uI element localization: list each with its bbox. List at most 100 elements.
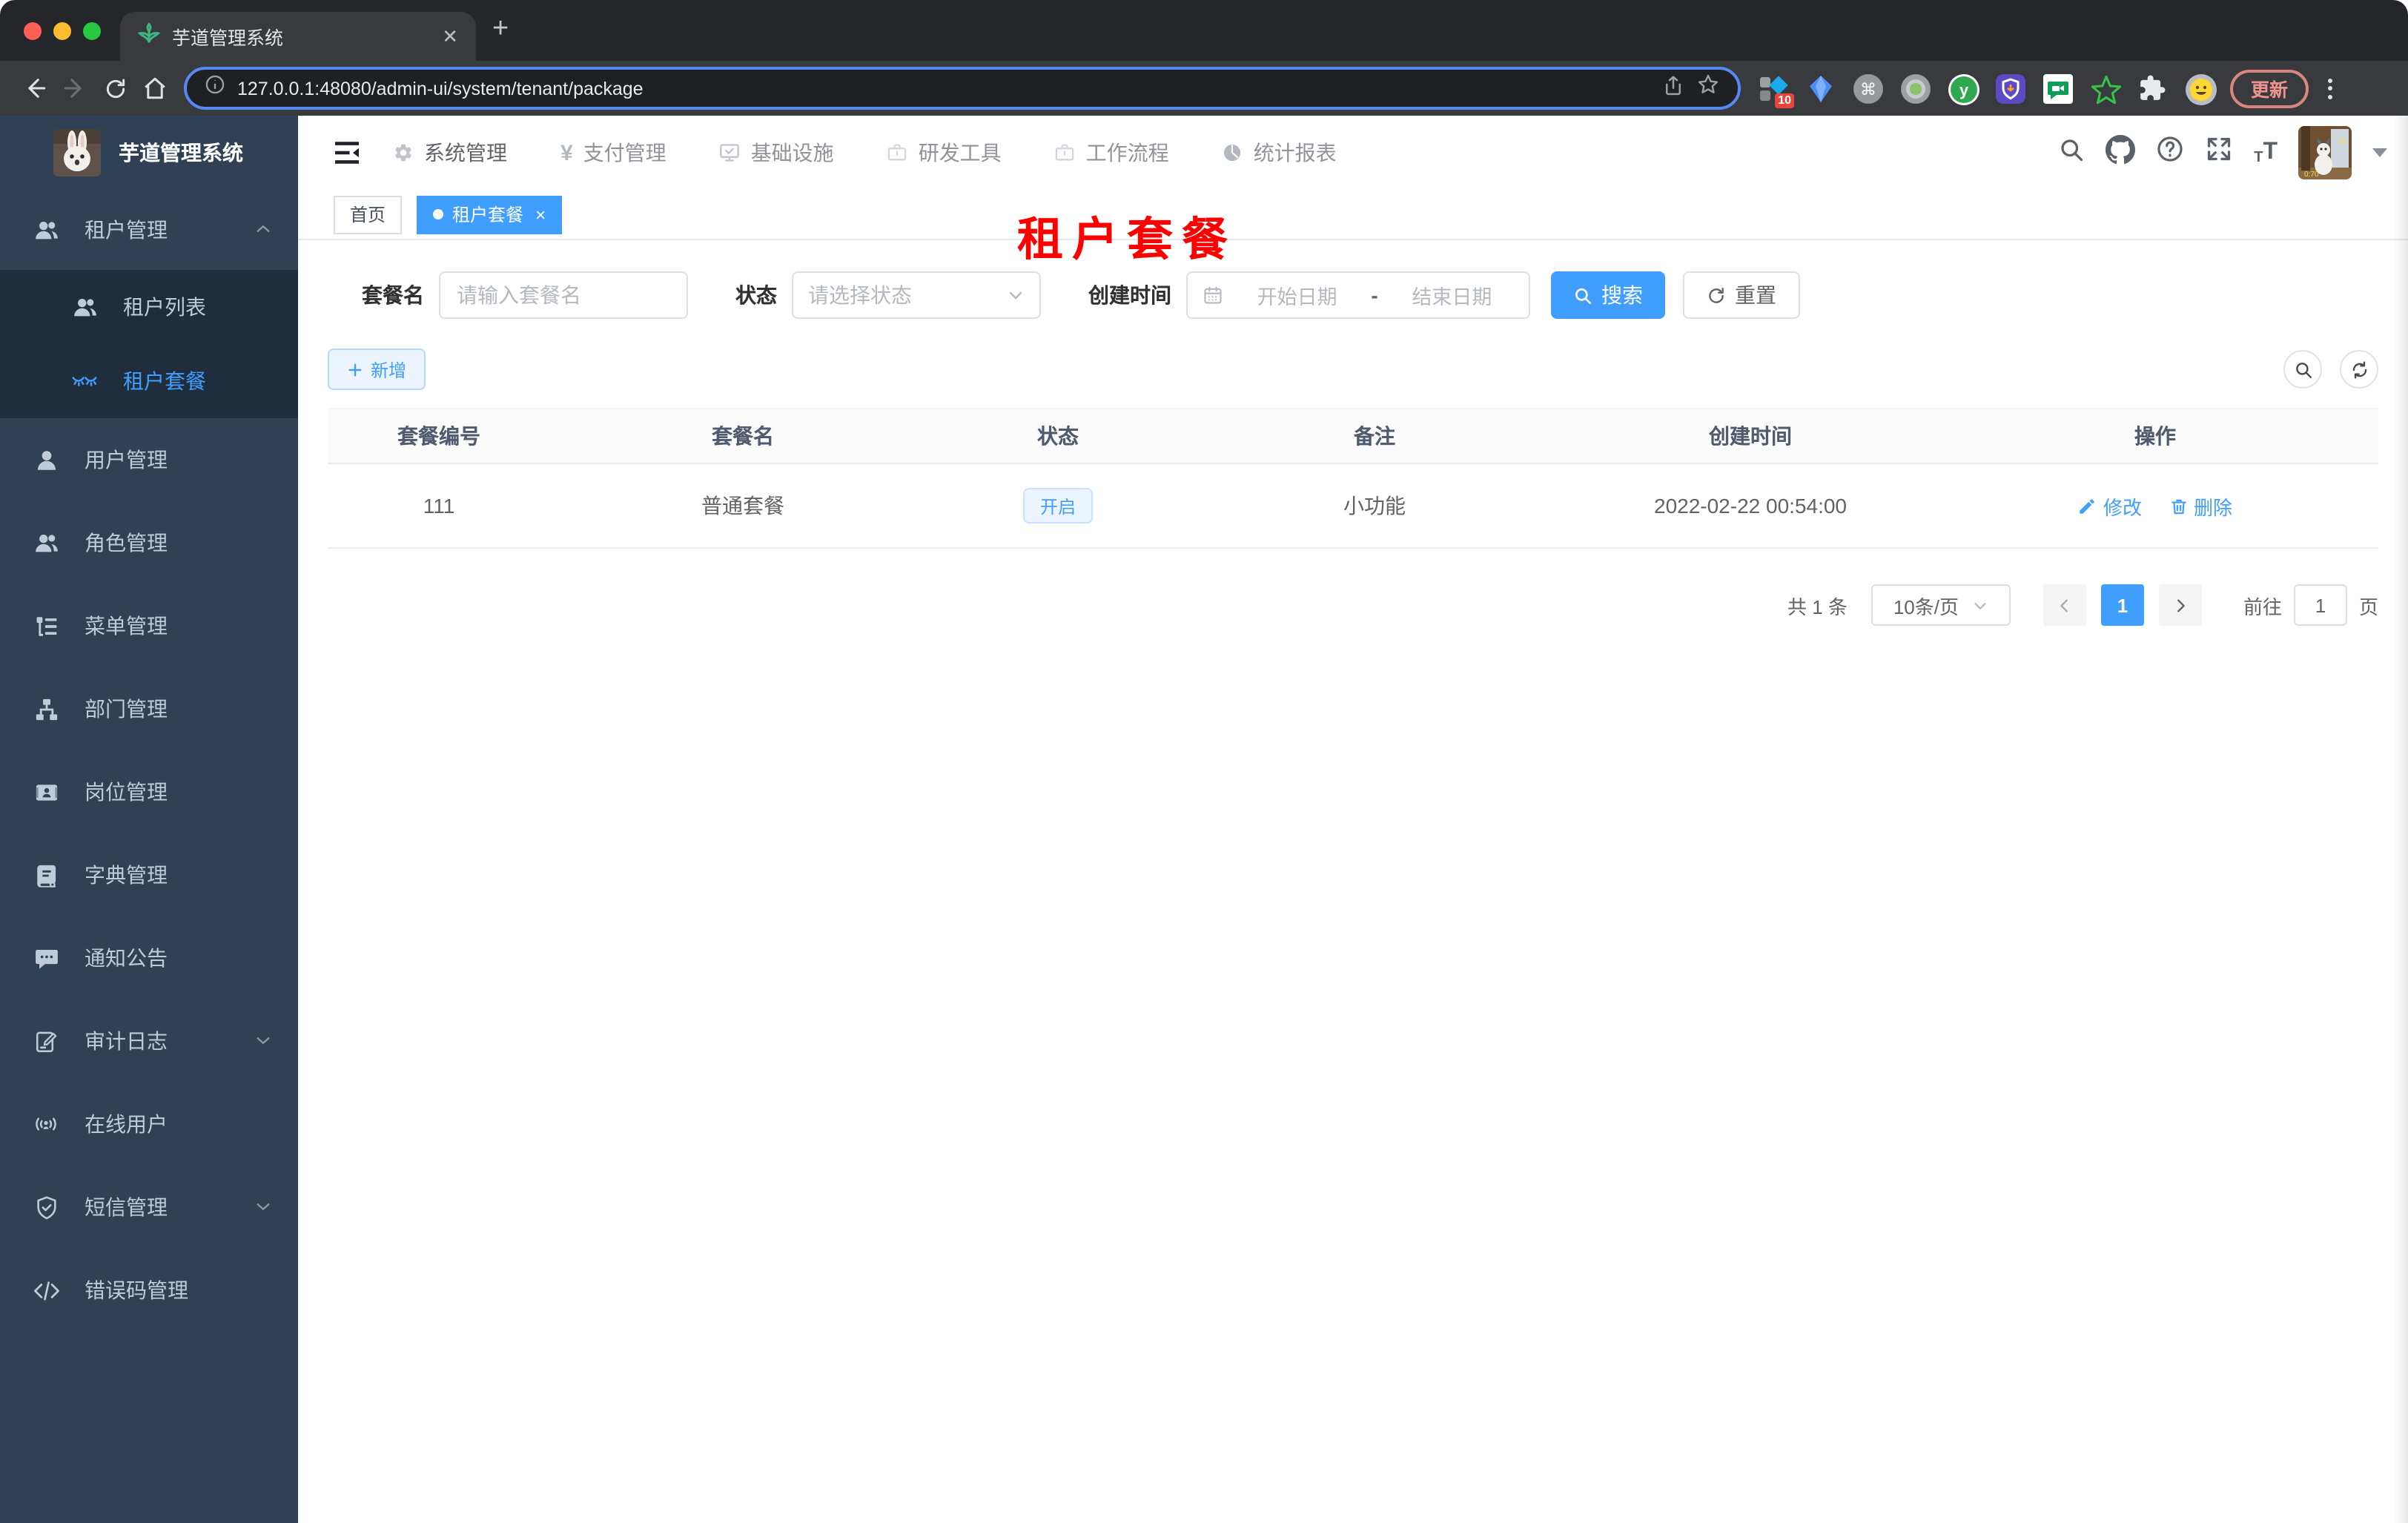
delete-button[interactable]: 删除 <box>2169 492 2232 520</box>
tag-close-icon[interactable]: × <box>535 204 546 225</box>
sidebar-item-user-management[interactable]: 用户管理 <box>0 418 298 501</box>
site-info-icon[interactable] <box>205 74 225 102</box>
message-icon <box>33 945 59 971</box>
sidebar-item-post-management[interactable]: 岗位管理 <box>0 750 298 833</box>
avatar-caret-icon[interactable] <box>2372 148 2387 157</box>
user-icon <box>33 447 59 472</box>
github-icon[interactable] <box>2106 134 2136 171</box>
package-name-input[interactable] <box>439 271 688 319</box>
page-1-button[interactable]: 1 <box>2100 584 2144 626</box>
top-menu-system[interactable]: 系统管理 <box>393 138 507 168</box>
trash-icon <box>2171 498 2186 514</box>
page-size-select[interactable]: 10条/页 <box>1870 584 2011 626</box>
date-range-picker[interactable]: 开始日期 - 结束日期 <box>1186 271 1530 319</box>
sidebar-item-label: 租户列表 <box>123 295 206 319</box>
browser-update-button[interactable]: 更新 <box>2230 69 2309 108</box>
font-size-icon[interactable]: TT <box>2254 139 2278 166</box>
page-unit-label: 页 <box>2358 595 2378 618</box>
window-controls[interactable] <box>24 22 101 40</box>
home-icon[interactable] <box>135 68 175 108</box>
sidebar-item-label: 租户管理 <box>85 218 168 242</box>
extension-kite-icon[interactable] <box>1806 73 1836 103</box>
sidebar-item-role-management[interactable]: 角色管理 <box>0 501 298 584</box>
top-menu-devtools[interactable]: 研发工具 <box>887 138 1002 168</box>
filter-create-time: 创建时间 开始日期 - 结束日期 <box>1088 271 1530 319</box>
chevron-down-icon <box>255 1195 271 1219</box>
new-tab-button[interactable]: + <box>492 13 509 46</box>
browser-menu-icon[interactable] <box>2322 72 2338 105</box>
extension-grid-icon[interactable]: 10 <box>1759 73 1794 108</box>
sidebar-logo[interactable]: 芋道管理系统 <box>0 116 298 190</box>
search-icon[interactable] <box>2058 136 2085 170</box>
collapse-sidebar-icon[interactable] <box>334 141 360 165</box>
search-button[interactable]: 搜索 <box>1551 271 1665 319</box>
show-search-button[interactable] <box>2283 350 2322 389</box>
extension-y-icon[interactable]: y <box>1948 73 1979 105</box>
sidebar-item-menu-management[interactable]: 菜单管理 <box>0 584 298 667</box>
minimize-window-button[interactable] <box>53 22 71 40</box>
tag-home[interactable]: 首页 <box>334 195 403 234</box>
sidebar-item-dept-management[interactable]: 部门管理 <box>0 667 298 750</box>
sidebar-item-tenant-management[interactable]: 租户管理 <box>0 190 298 270</box>
fullscreen-icon[interactable] <box>2205 135 2233 171</box>
url-text[interactable]: 127.0.0.1:48080/admin-ui/system/tenant/p… <box>237 78 1650 99</box>
url-bar[interactable]: 127.0.0.1:48080/admin-ui/system/tenant/p… <box>184 67 1741 110</box>
sidebar-item-error-code[interactable]: 错误码管理 <box>0 1249 298 1332</box>
chevron-down-icon <box>1009 291 1022 300</box>
app-window: 芋道管理系统 租户管理 租户列表 租户套餐 用户管理 角色管理 菜单管理 部门管… <box>0 116 2408 1523</box>
reload-icon[interactable] <box>95 68 135 108</box>
share-icon[interactable] <box>1662 73 1684 103</box>
help-icon[interactable] <box>2156 135 2184 171</box>
extension-record-icon[interactable] <box>1901 73 1931 103</box>
tab-close-icon[interactable]: ✕ <box>442 24 458 48</box>
sidebar-item-label: 岗位管理 <box>85 780 168 804</box>
sidebar-item-notice[interactable]: 通知公告 <box>0 916 298 1000</box>
extension-command-icon[interactable]: ⌘ <box>1853 73 1883 103</box>
sidebar-item-dict-management[interactable]: 字典管理 <box>0 833 298 916</box>
reset-button[interactable]: 重置 <box>1683 271 1800 319</box>
sidebar-item-sms-management[interactable]: 短信管理 <box>0 1166 298 1249</box>
top-menu-infrastructure[interactable]: 基础设施 <box>720 138 834 168</box>
bookmark-star-icon[interactable] <box>1696 73 1720 104</box>
rabbit-logo <box>53 129 101 176</box>
extension-emoji-icon[interactable] <box>2186 73 2217 105</box>
prev-page-button[interactable] <box>2042 584 2086 626</box>
filter-package-name: 套餐名 <box>362 271 688 319</box>
extension-shield-icon[interactable] <box>1996 73 2025 103</box>
forward-icon[interactable] <box>55 68 95 108</box>
cell-package-id: 111 <box>423 494 455 518</box>
zoom-window-button[interactable] <box>83 22 101 40</box>
edit-pencil-icon <box>2080 498 2095 513</box>
browser-tab[interactable]: 芋道管理系统 ✕ <box>120 12 476 61</box>
sidebar-item-label: 菜单管理 <box>85 614 168 638</box>
avatar[interactable]: 0:70 45 <box>2298 126 2352 179</box>
pagination: 共 1 条 10条/页 1 前往 页 <box>328 584 2378 626</box>
top-menu-reports[interactable]: 统计报表 <box>1223 138 1337 168</box>
tab-title: 芋道管理系统 <box>172 28 284 49</box>
extension-star-icon[interactable] <box>2091 73 2122 104</box>
goto-page-input[interactable] <box>2293 584 2347 626</box>
svg-text:y: y <box>1959 80 1969 99</box>
back-icon[interactable] <box>15 68 55 108</box>
status-select[interactable]: 请选择状态 <box>792 271 1041 319</box>
end-date-placeholder[interactable]: 结束日期 <box>1390 280 1514 310</box>
status-badge: 开启 <box>1023 488 1092 523</box>
extension-puzzle-icon[interactable] <box>2138 73 2168 103</box>
edit-button[interactable]: 修改 <box>2078 492 2142 520</box>
col-header-package-id: 套餐编号 <box>397 424 480 448</box>
sidebar-item-tenant-package[interactable]: 租户套餐 <box>0 344 298 418</box>
next-page-button[interactable] <box>2158 584 2202 626</box>
start-date-placeholder[interactable]: 开始日期 <box>1235 280 1359 310</box>
tag-label: 租户套餐 <box>452 205 524 225</box>
sidebar-item-audit-log[interactable]: 审计日志 <box>0 1000 298 1083</box>
sidebar-item-tenant-list[interactable]: 租户列表 <box>0 270 298 344</box>
col-header-package-name: 套餐名 <box>712 424 774 448</box>
top-menu-workflow[interactable]: 工作流程 <box>1055 138 1169 168</box>
extension-chat-icon[interactable] <box>2043 73 2073 103</box>
refresh-table-button[interactable] <box>2340 350 2378 389</box>
top-menu-payment[interactable]: ¥ 支付管理 <box>560 138 666 168</box>
tag-tenant-package[interactable]: 租户套餐 × <box>417 195 563 234</box>
add-button[interactable]: 新增 <box>328 348 426 390</box>
close-window-button[interactable] <box>24 22 42 40</box>
sidebar-item-online-users[interactable]: 在线用户 <box>0 1083 298 1166</box>
